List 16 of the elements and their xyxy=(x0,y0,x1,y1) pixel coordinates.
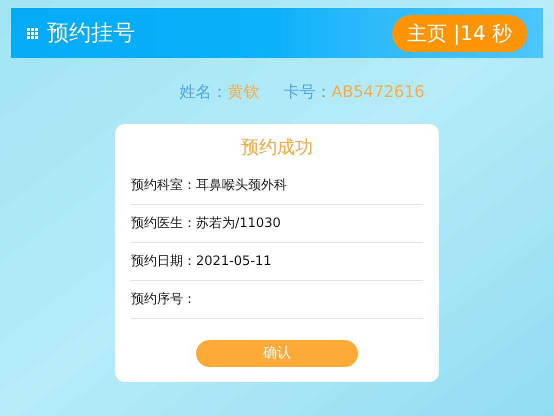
name-label: 姓名： xyxy=(179,81,228,103)
field-label: 预约序号： xyxy=(131,290,196,309)
grid-icon xyxy=(27,28,38,38)
card-number: AB5472616 xyxy=(331,81,425,103)
field-label: 预约科室： xyxy=(131,176,196,195)
card-label: 卡号： xyxy=(283,81,332,103)
page-title: 预约挂号 xyxy=(47,20,135,48)
success-title: 预约成功 xyxy=(241,136,313,160)
field-value: 耳鼻喉头颈外科 xyxy=(196,176,287,195)
field-value: 2021-05-11 xyxy=(196,252,272,271)
patient-name: 黄钦 xyxy=(227,81,260,103)
field-label: 预约日期： xyxy=(131,252,196,271)
home-button[interactable]: 主页 |14 秒 xyxy=(392,14,527,52)
field-value: 苏若为/11030 xyxy=(196,214,281,233)
confirm-button[interactable]: 确认 xyxy=(196,340,358,367)
field-label: 预约医生： xyxy=(131,214,196,233)
